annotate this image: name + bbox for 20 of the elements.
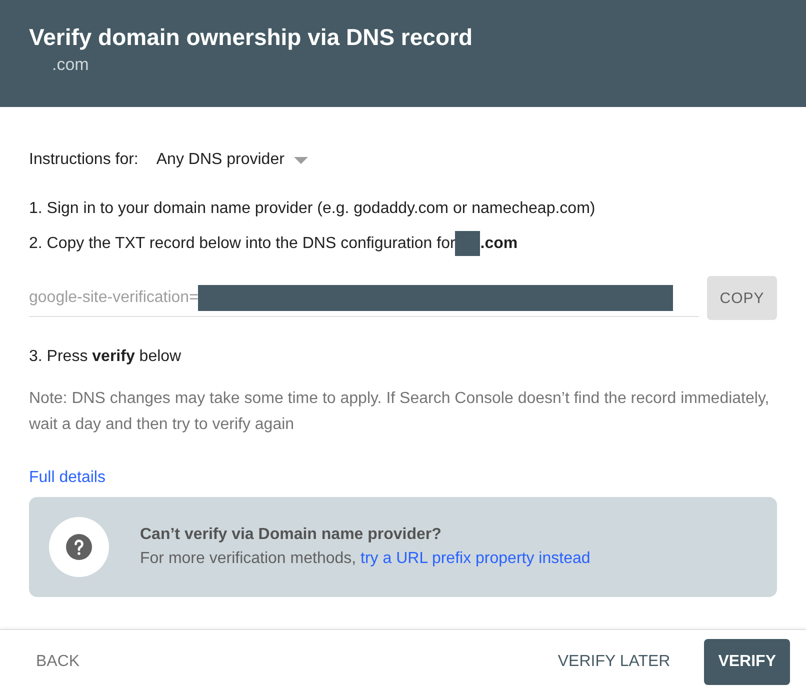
domain-subtitle: .com [52,55,89,75]
step-text: 2. Copy the TXT record below into the DNS configuration for [29,234,456,252]
step-text: 3. Press verify below [29,348,182,366]
note-text: Note: DNS changes may take some time to apply. If Search Console doesn’t find the record immediately, wait a day and then try to verify again [29,389,770,435]
caret-icon [294,156,308,164]
record-field[interactable]: google-site-verification= [29,279,699,317]
verify-button[interactable]: VERIFY [704,638,790,684]
instructions-label: Instructions for: [29,151,138,169]
dialog-title: Verify domain ownership via DNS record [29,24,473,51]
url-prefix-link[interactable]: try a URL prefix property instead [360,550,590,568]
callout-text: For more verification methods, [140,550,356,568]
back-button[interactable]: BACK [20,640,96,684]
provider-dropdown[interactable]: Any DNS provider [156,151,308,169]
callout-title: Can’t verify via Domain name provider? [140,526,442,544]
copy-button[interactable]: COPY [707,276,777,320]
redaction-bar [455,231,480,256]
domain-text: .com [480,234,518,252]
full-details-link[interactable]: Full details [29,469,106,487]
verify-later-button[interactable]: VERIFY LATER [542,640,686,684]
step-text: 1. Sign in to your domain name provider (e.g. godaddy.com or namecheap.com) [29,200,596,218]
